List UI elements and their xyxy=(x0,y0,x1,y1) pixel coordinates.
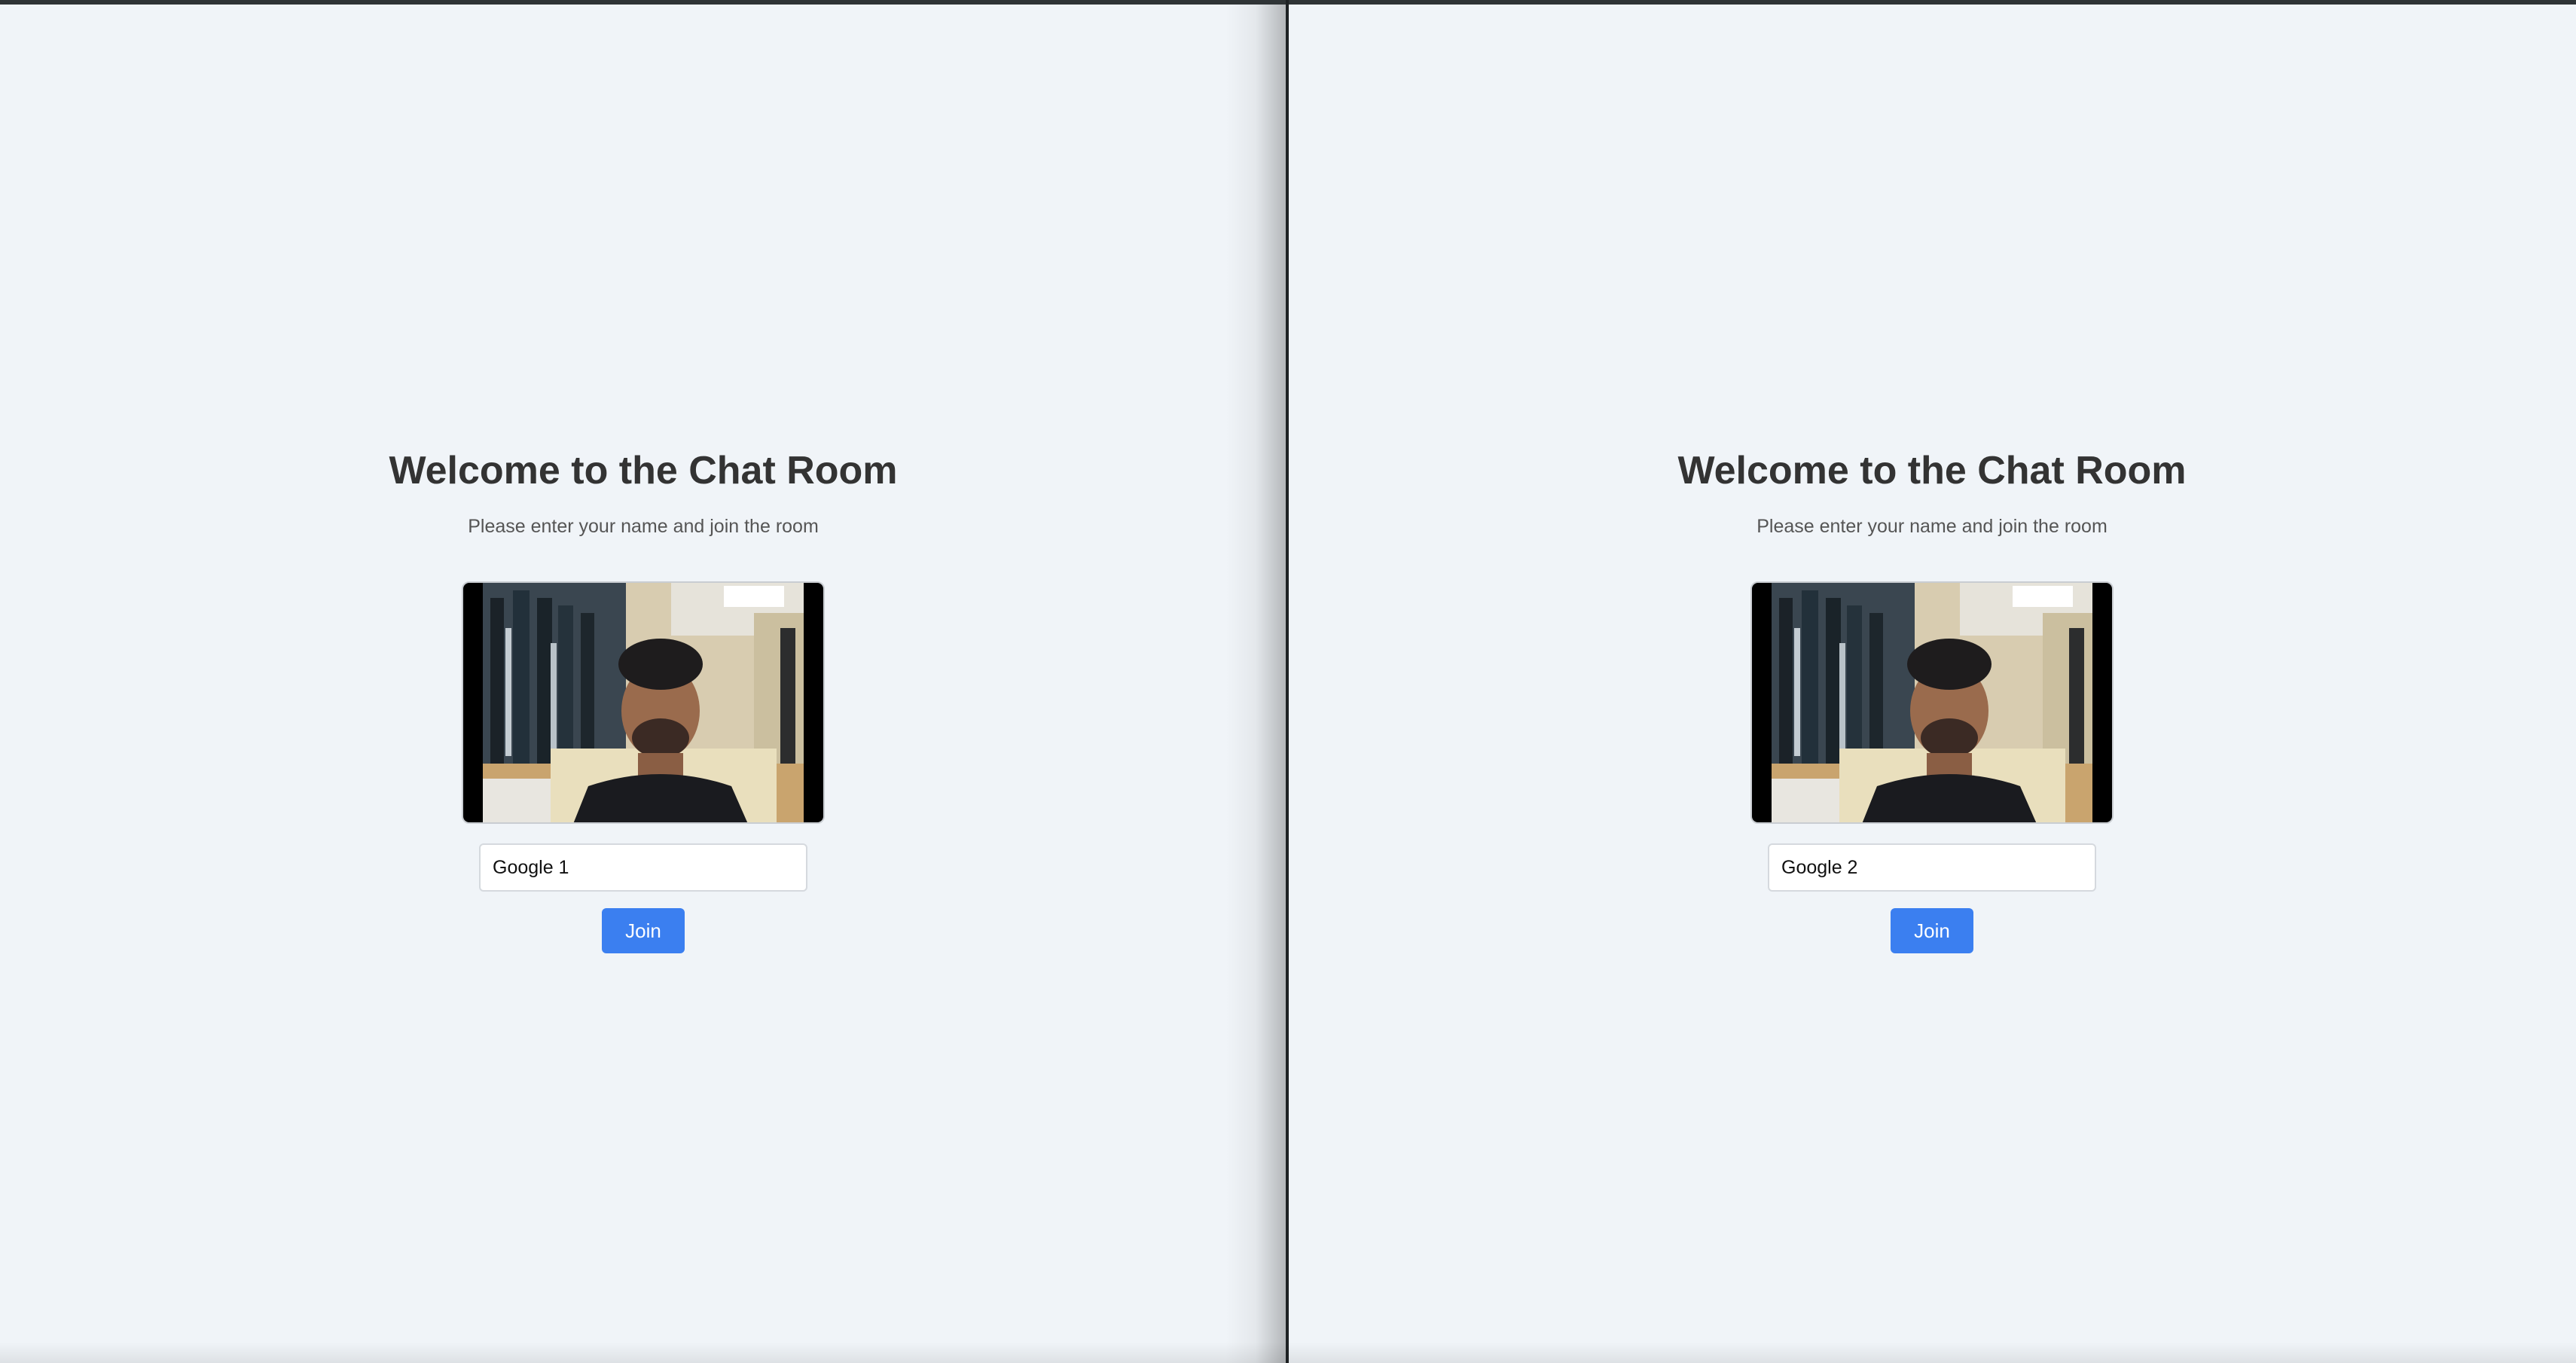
join-card: Welcome to the Chat Room Please enter yo… xyxy=(357,443,929,953)
join-button[interactable]: Join xyxy=(1891,908,1973,953)
camera-preview xyxy=(462,581,825,824)
page-title: Welcome to the Chat Room xyxy=(1677,449,2187,492)
camera-feed xyxy=(483,583,804,822)
camera-preview xyxy=(1750,581,2114,824)
join-button[interactable]: Join xyxy=(602,908,685,953)
name-input[interactable] xyxy=(479,843,807,892)
browser-pane-left: Welcome to the Chat Room Please enter yo… xyxy=(0,5,1286,1363)
split-screen: Welcome to the Chat Room Please enter yo… xyxy=(0,0,2576,1363)
page-title: Welcome to the Chat Room xyxy=(389,449,898,492)
browser-pane-right: Welcome to the Chat Room Please enter yo… xyxy=(1289,5,2576,1363)
camera-feed-image xyxy=(1772,583,2092,822)
name-input[interactable] xyxy=(1768,843,2096,892)
join-card: Welcome to the Chat Room Please enter yo… xyxy=(1646,443,2218,953)
page-subtitle: Please enter your name and join the room xyxy=(1757,516,2107,537)
camera-feed xyxy=(1772,583,2092,822)
page-subtitle: Please enter your name and join the room xyxy=(468,516,819,537)
camera-feed-image xyxy=(483,583,804,822)
